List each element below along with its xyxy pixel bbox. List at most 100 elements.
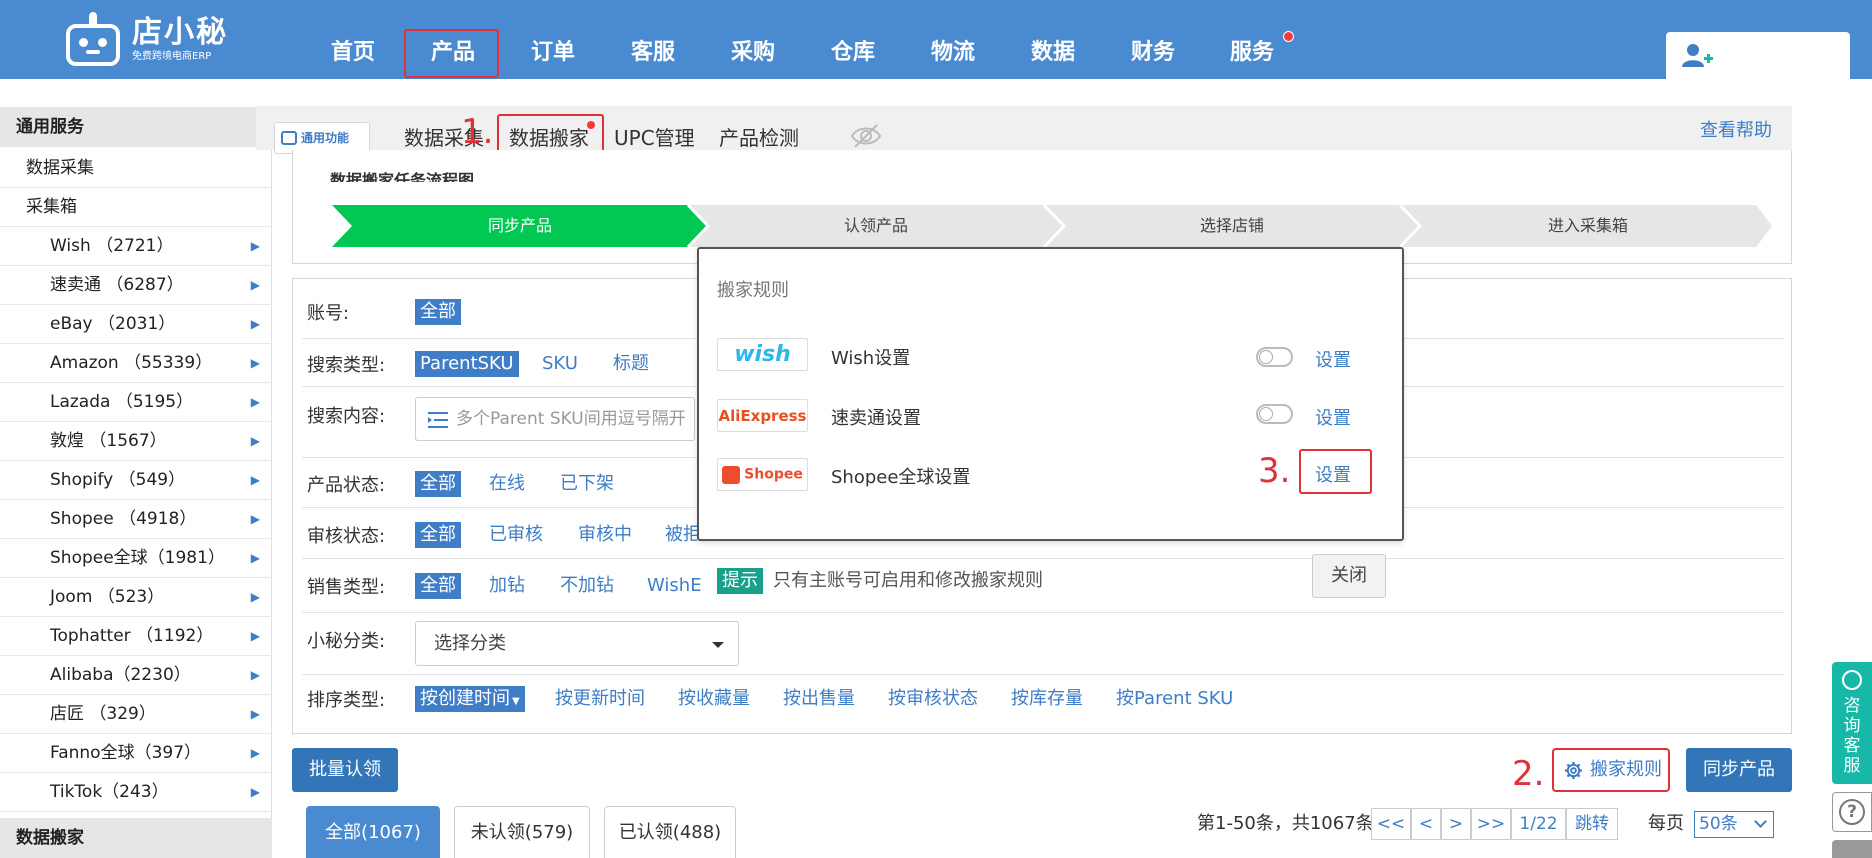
sort-by-created[interactable]: 按创建时间 ▼ — [415, 686, 525, 712]
filter-account-all[interactable]: 全部 — [415, 299, 461, 325]
eye-off-icon[interactable] — [850, 122, 882, 150]
nav-customer-service[interactable]: 客服 — [620, 0, 686, 79]
sidebar-item-shopee-global[interactable]: Shopee全球（1981） ▶ — [0, 539, 272, 578]
sidebar-item-amazon[interactable]: Amazon （55339） ▶ — [0, 344, 272, 383]
nav-services[interactable]: 服务 — [1219, 0, 1285, 79]
filter-category-label: 小秘分类: — [307, 631, 386, 652]
nav-warehouse[interactable]: 仓库 — [820, 0, 886, 79]
rule-aliexpress-name: 速卖通设置 — [831, 408, 921, 429]
search-type-parentsku[interactable]: ParentSKU — [415, 351, 519, 377]
expand-arrow-icon: ▶ — [250, 668, 260, 682]
sort-by-stock[interactable]: 按库存量 — [1011, 686, 1083, 712]
tab-unclaimed[interactable]: 未认领(579) — [454, 806, 590, 858]
sidebar-item-joom[interactable]: Joom （523） ▶ — [0, 578, 272, 617]
page-last-button[interactable]: >> — [1471, 808, 1511, 840]
move-rules-popup — [697, 247, 1404, 541]
brand-tagline: 免费跨境电商ERP — [132, 51, 212, 62]
headset-icon — [1842, 670, 1862, 690]
nav-finance[interactable]: 财务 — [1120, 0, 1186, 79]
brand-logo[interactable]: 店小秘 免费跨境电商ERP — [62, 10, 232, 70]
page-first-button[interactable]: << — [1371, 808, 1411, 840]
scroll-top-button[interactable] — [1832, 840, 1872, 858]
list-icon — [428, 412, 448, 428]
per-page-label: 每页 — [1648, 813, 1684, 834]
review-status-rejected[interactable]: 被拒 — [665, 522, 697, 548]
expand-arrow-icon: ▶ — [250, 512, 260, 526]
tip-badge: 提示 — [717, 568, 763, 594]
nav-logistics[interactable]: 物流 — [920, 0, 986, 79]
flow-step-claim: 认领产品 — [843, 216, 908, 235]
per-page-select[interactable]: 50条 — [1694, 811, 1774, 838]
page-prev-button[interactable]: < — [1411, 808, 1441, 840]
sidebar-item-shoplazza[interactable]: 店匠 （329） ▶ — [0, 695, 272, 734]
sale-type-diamond[interactable]: 加钻 — [489, 573, 525, 599]
wish-settings-link[interactable]: 设置 — [1315, 346, 1351, 372]
move-rules-button[interactable]: 搬家规则 — [1552, 748, 1670, 792]
sidebar-item-alibaba[interactable]: Alibaba（2230） ▶ — [0, 656, 272, 695]
shopee-bag-icon — [722, 466, 741, 484]
nav-orders[interactable]: 订单 — [520, 0, 586, 79]
help-link[interactable]: 查看帮助 — [1700, 116, 1772, 142]
sidebar-item-wish[interactable]: Wish （2721） ▶ — [0, 227, 272, 266]
tab-all[interactable]: 全部(1067) — [306, 806, 440, 858]
sidebar-item-aliexpress[interactable]: 速卖通 （6287） ▶ — [0, 266, 272, 305]
category-select[interactable]: 选择分类 — [415, 621, 739, 666]
flow-step-select-store: 选择店铺 — [1199, 216, 1264, 235]
nav-home[interactable]: 首页 — [320, 0, 386, 79]
search-type-title[interactable]: 标题 — [613, 351, 649, 377]
sale-type-no-diamond[interactable]: 不加钻 — [560, 573, 614, 599]
wish-rule-toggle[interactable] — [1256, 347, 1293, 367]
chevron-down-icon — [1754, 815, 1767, 828]
sidebar-item-dhgate[interactable]: 敦煌 （1567） ▶ — [0, 422, 272, 461]
expand-arrow-icon: ▶ — [250, 356, 260, 370]
tip-text: 只有主账号可启用和修改搬家规则 — [773, 570, 1043, 591]
sidebar-item-shopify[interactable]: Shopify （549） ▶ — [0, 461, 272, 500]
notification-dot — [587, 121, 595, 129]
aliexpress-rule-toggle[interactable] — [1256, 404, 1293, 424]
sidebar-item-tiktok[interactable]: TikTok（243） ▶ — [0, 773, 272, 812]
tab-claimed[interactable]: 已认领(488) — [604, 806, 736, 858]
sort-by-sales[interactable]: 按出售量 — [783, 686, 855, 712]
user-menu[interactable] — [1666, 32, 1850, 79]
sale-type-all[interactable]: 全部 — [415, 573, 461, 599]
sidebar-item-tophatter[interactable]: Tophatter （1192） ▶ — [0, 617, 272, 656]
sidebar-item-lazada[interactable]: Lazada （5195） ▶ — [0, 383, 272, 422]
batch-claim-button[interactable]: 批量认领 — [292, 748, 398, 792]
expand-arrow-icon: ▶ — [250, 707, 260, 721]
sidebar-item-shopee[interactable]: Shopee （4918） ▶ — [0, 500, 272, 539]
sort-by-updated[interactable]: 按更新时间 — [555, 686, 645, 712]
filter-sale-type-label: 销售类型: — [307, 577, 386, 598]
page-next-button[interactable]: > — [1441, 808, 1471, 840]
sidebar-item-collect-box[interactable]: 采集箱 — [0, 188, 272, 227]
sync-products-button[interactable]: 同步产品 — [1686, 748, 1792, 792]
sidebar-section-data-move[interactable]: 数据搬家 — [0, 818, 272, 858]
nav-data[interactable]: 数据 — [1020, 0, 1086, 79]
brand-name: 店小秘 — [132, 15, 228, 50]
help-button[interactable]: ? — [1832, 792, 1872, 832]
page-jump-button[interactable]: 跳转 — [1566, 808, 1618, 840]
expand-arrow-icon: ▶ — [250, 434, 260, 448]
aliexpress-settings-link[interactable]: 设置 — [1315, 404, 1351, 430]
review-status-all[interactable]: 全部 — [415, 522, 461, 548]
expand-arrow-icon: ▶ — [250, 239, 260, 253]
search-type-sku[interactable]: SKU — [542, 351, 578, 377]
nav-purchase[interactable]: 采购 — [720, 0, 786, 79]
close-button[interactable]: 关闭 — [1312, 554, 1386, 598]
sort-by-favorites[interactable]: 按收藏量 — [678, 686, 750, 712]
consult-service-button[interactable]: 咨询客服 — [1832, 662, 1872, 784]
sale-type-wishe[interactable]: WishE — [647, 573, 702, 599]
sort-by-parent-sku[interactable]: 按Parent SKU — [1116, 686, 1233, 712]
filter-product-status-label: 产品状态: — [307, 475, 386, 496]
sort-by-review-status[interactable]: 按审核状态 — [888, 686, 978, 712]
expand-arrow-icon: ▶ — [250, 473, 260, 487]
page-current[interactable]: 1/22 — [1511, 808, 1566, 840]
sidebar-item-fanno-global[interactable]: Fanno全球（397） ▶ — [0, 734, 272, 773]
sidebar-item-data-collect[interactable]: 数据采集 — [0, 149, 272, 188]
product-status-online[interactable]: 在线 — [489, 471, 525, 497]
product-status-delisted[interactable]: 已下架 — [560, 471, 614, 497]
product-status-all[interactable]: 全部 — [415, 471, 461, 497]
search-input[interactable]: 多个Parent SKU间用逗号隔开 — [415, 397, 695, 441]
sidebar-item-ebay[interactable]: eBay （2031） ▶ — [0, 305, 272, 344]
review-status-approved[interactable]: 已审核 — [489, 522, 543, 548]
review-status-reviewing[interactable]: 审核中 — [578, 522, 632, 548]
